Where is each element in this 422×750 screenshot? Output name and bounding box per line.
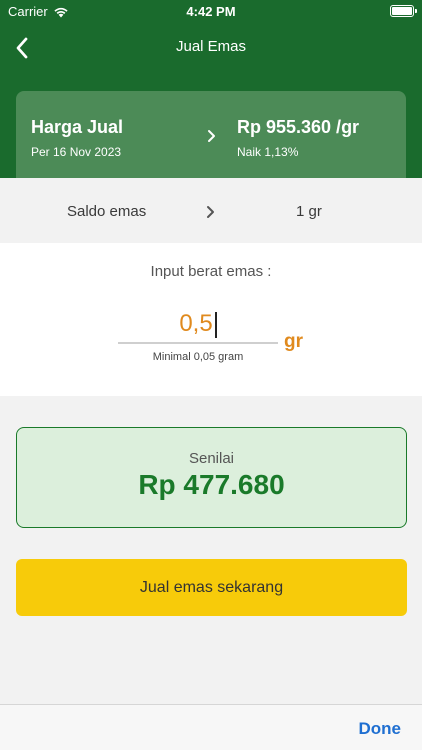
senilai-value: Rp 477.680 <box>138 469 285 500</box>
price-card-price: Rp 955.360 /gr <box>237 117 360 137</box>
price-card-title: Harga Jual <box>31 117 124 137</box>
minimum-hint: Minimal 0,05 gram <box>152 351 244 363</box>
keyboard-toolbar: Done <box>0 704 422 750</box>
senilai-label: Senilai <box>188 450 235 467</box>
input-label: Input berat emas : <box>150 263 272 280</box>
unit-label: gr <box>284 331 303 352</box>
weight-input-value: 0,5 <box>118 310 278 338</box>
status-time: 4:42 PM <box>186 4 236 19</box>
input-panel: Input berat emas : 0,5 gr Minimal 0,05 g… <box>0 243 422 396</box>
text-caret <box>214 311 217 338</box>
nav-bar: Jual Emas <box>0 30 422 66</box>
saldo-value: 1 gr <box>296 203 322 220</box>
saldo-row[interactable]: Saldo emas 1 gr <box>0 178 422 243</box>
battery-icon <box>390 5 417 17</box>
page-title: Jual Emas <box>175 38 247 55</box>
weight-input[interactable]: 0,5 <box>118 308 278 344</box>
status-bar: Carrier 4:42 PM <box>0 0 422 24</box>
header: Carrier 4:42 PM Jual Emas Harga Jual Per… <box>0 0 422 178</box>
price-card-date: Per 16 Nov 2023 <box>31 145 122 159</box>
sell-gold-button[interactable]: Jual emas sekarang <box>16 559 407 616</box>
done-button[interactable]: Done <box>359 719 402 739</box>
chevron-right-icon <box>208 130 215 142</box>
chevron-right-icon <box>207 206 214 218</box>
price-card[interactable]: Harga Jual Per 16 Nov 2023 Rp 955.360 /g… <box>16 91 406 178</box>
saldo-label: Saldo emas <box>67 203 147 220</box>
price-card-change: Naik 1,13% <box>237 145 299 159</box>
senilai-box: Senilai Rp 477.680 <box>16 427 407 528</box>
